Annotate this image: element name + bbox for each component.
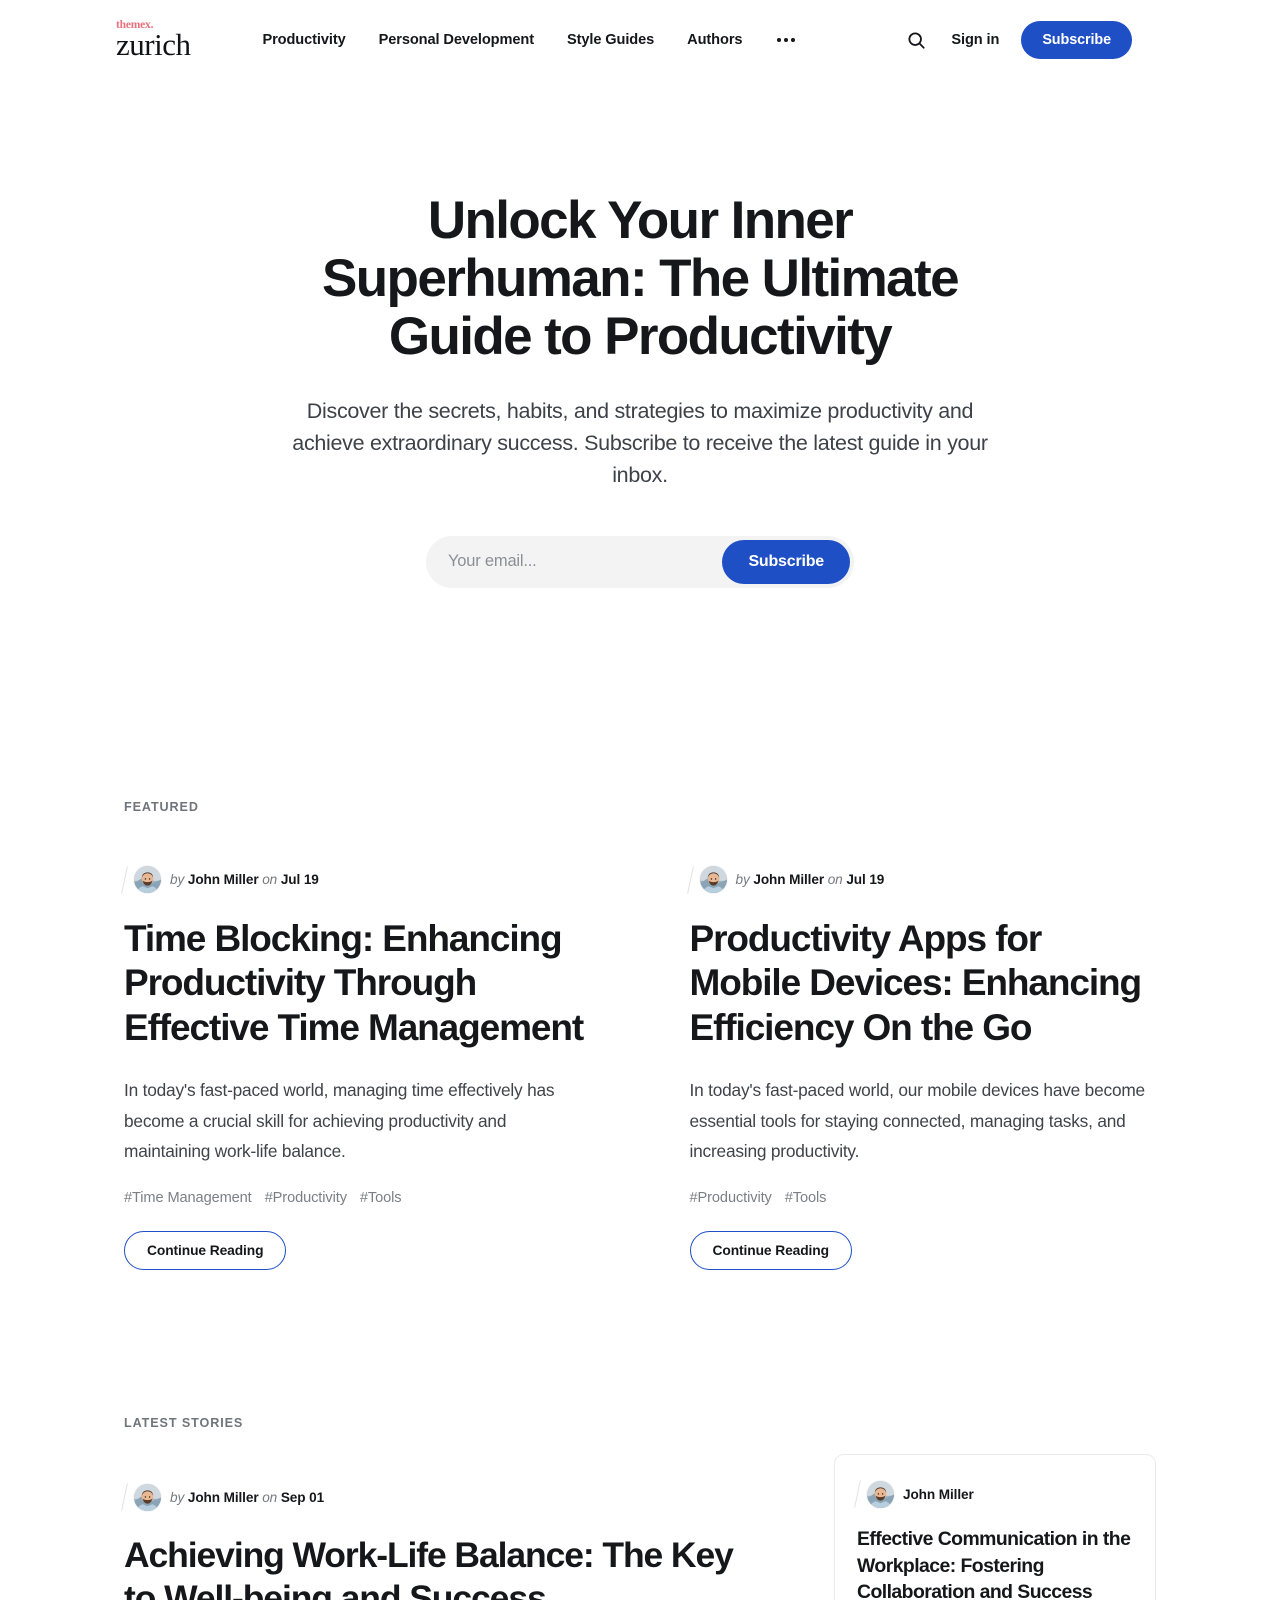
byline: by John Miller on Jul 19 xyxy=(121,865,591,895)
byline-divider xyxy=(121,1483,128,1512)
post-tag[interactable]: #Tools xyxy=(360,1190,402,1206)
byline-divider xyxy=(686,865,694,894)
continue-reading-button[interactable]: Continue Reading xyxy=(124,1231,287,1271)
nav-item-style-guides[interactable]: Style Guides xyxy=(567,32,654,48)
post-title[interactable]: Productivity Apps for Mobile Devices: En… xyxy=(690,917,1157,1050)
byline-on-word: on xyxy=(827,872,843,888)
post-excerpt: In today's fast-paced world, our mobile … xyxy=(689,1079,1146,1162)
post-title[interactable]: Achieving Work-Life Balance: The Key to … xyxy=(124,1534,752,1600)
sign-in-link[interactable]: Sign in xyxy=(951,32,999,48)
featured-section: FEATURED by John Miller on Jul 19 Time B… xyxy=(0,800,1280,1271)
subscribe-button-hero[interactable]: Subscribe xyxy=(722,539,850,584)
featured-post-grid: by John Miller on Jul 19 Time Blocking: … xyxy=(121,865,1157,1271)
latest-stories-section-label: LATEST STORIES xyxy=(124,1416,244,1431)
byline-by-word: by xyxy=(170,1489,185,1505)
byline-on-word: on xyxy=(262,872,278,888)
avatar[interactable] xyxy=(134,1483,161,1511)
email-input[interactable] xyxy=(426,535,723,588)
byline-on-word: on xyxy=(262,1489,278,1505)
byline-text: by John Miller on Jul 19 xyxy=(736,872,885,887)
subscribe-form: Subscribe xyxy=(426,535,854,588)
latest-stories-layout: by John Miller on Sep 01 Achieving Work-… xyxy=(121,1454,1156,1600)
latest-post-card[interactable]: by John Miller on Sep 01 Achieving Work-… xyxy=(121,1482,752,1600)
nav-item-productivity[interactable]: Productivity xyxy=(262,32,345,48)
byline: by John Miller on Jul 19 xyxy=(686,865,1157,895)
byline-by-word: by xyxy=(170,872,185,888)
post-tags: #Productivity #Tools xyxy=(690,1190,1157,1206)
logo-wordmark: zurich xyxy=(116,26,191,62)
ellipsis-icon[interactable] xyxy=(775,34,797,46)
post-tag[interactable]: #Productivity xyxy=(265,1190,347,1206)
page-title: Unlock Your Inner Superhuman: The Ultima… xyxy=(322,191,960,366)
site-header: themex. zurich Productivity Personal Dev… xyxy=(0,0,1280,80)
byline-text: by John Miller on Sep 01 xyxy=(170,1490,324,1505)
featured-post-card[interactable]: by John Miller on Jul 19 Productivity Ap… xyxy=(686,865,1157,1271)
nav-item-personal-development[interactable]: Personal Development xyxy=(379,32,534,48)
hero-section: Unlock Your Inner Superhuman: The Ultima… xyxy=(0,80,1280,588)
byline-date: Jul 19 xyxy=(280,872,319,888)
post-tag[interactable]: #Tools xyxy=(785,1190,827,1206)
byline-divider xyxy=(121,865,128,894)
byline-divider xyxy=(854,1480,861,1509)
continue-reading-button[interactable]: Continue Reading xyxy=(689,1231,852,1271)
featured-section-label: FEATURED xyxy=(124,799,199,814)
avatar[interactable] xyxy=(867,1480,894,1508)
primary-navigation: Productivity Personal Development Style … xyxy=(262,32,797,48)
avatar[interactable] xyxy=(134,866,161,894)
byline: by John Miller on Sep 01 xyxy=(121,1482,752,1512)
byline: John Miller xyxy=(854,1479,1133,1509)
post-tag[interactable]: #Time Management xyxy=(124,1190,252,1206)
byline-text: John Miller xyxy=(903,1487,974,1502)
post-tag[interactable]: #Productivity xyxy=(690,1190,772,1206)
byline-text: by John Miller on Jul 19 xyxy=(170,872,319,887)
byline-author: John Miller xyxy=(753,872,825,888)
featured-post-card[interactable]: by John Miller on Jul 19 Time Blocking: … xyxy=(121,865,591,1271)
byline-date: Jul 19 xyxy=(846,872,885,888)
avatar[interactable] xyxy=(699,866,727,894)
subscribe-button-header[interactable]: Subscribe xyxy=(1021,21,1132,59)
byline-author: John Miller xyxy=(187,1489,259,1505)
nav-item-authors[interactable]: Authors xyxy=(687,32,742,48)
sidebar-post-card[interactable]: John Miller Effective Communication in t… xyxy=(834,1454,1156,1600)
header-actions: Sign in Subscribe xyxy=(903,21,1132,59)
byline-author: John Miller xyxy=(187,872,259,888)
search-icon[interactable] xyxy=(903,27,929,53)
byline-by-word: by xyxy=(735,872,750,888)
post-title[interactable]: Time Blocking: Enhancing Productivity Th… xyxy=(124,917,591,1050)
byline-author: John Miller xyxy=(903,1486,974,1502)
post-excerpt: In today's fast-paced world, managing ti… xyxy=(124,1079,555,1162)
byline-date: Sep 01 xyxy=(280,1489,325,1505)
post-title[interactable]: Effective Communication in the Workplace… xyxy=(857,1526,1133,1600)
latest-stories-section: LATEST STORIES by John Miller on Sep 01 … xyxy=(0,1416,1280,1600)
hero-subtitle: Discover the secrets, habits, and strate… xyxy=(292,399,988,487)
post-tags: #Time Management #Productivity #Tools xyxy=(124,1190,591,1206)
site-logo[interactable]: themex. zurich xyxy=(116,20,191,62)
